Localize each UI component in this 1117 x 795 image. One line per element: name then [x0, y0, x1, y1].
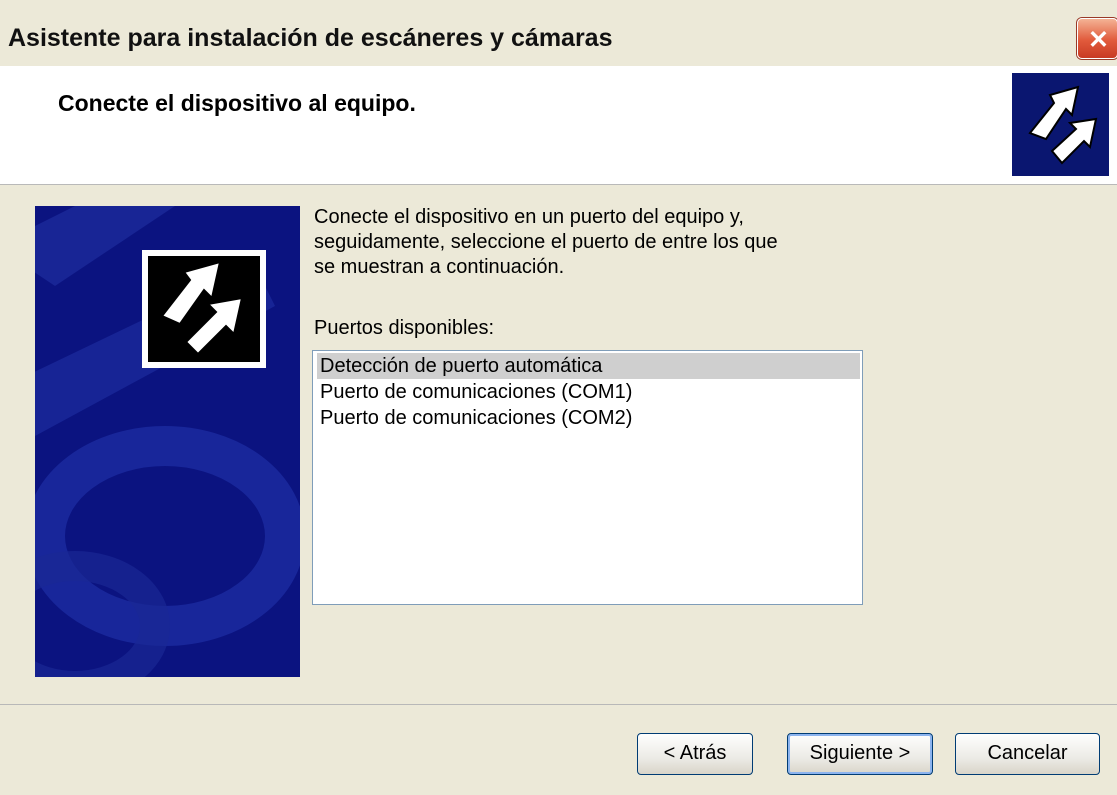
instructions-line: Conecte el dispositivo en un puerto del … — [314, 206, 744, 228]
close-button[interactable]: ✕ — [1077, 18, 1117, 59]
ports-listbox[interactable]: Detección de puerto automática Puerto de… — [312, 350, 863, 605]
back-button[interactable]: < Atrás — [637, 733, 753, 775]
ports-label: Puertos disponibles: — [314, 317, 495, 339]
port-item-com2[interactable]: Puerto de comunicaciones (COM2) — [317, 405, 860, 431]
port-item-auto[interactable]: Detección de puerto automática — [317, 353, 860, 379]
wizard-banner — [35, 206, 300, 677]
wizard-window: Asistente para instalación de escáneres … — [0, 0, 1117, 795]
window-title: Asistente para instalación de escáneres … — [8, 24, 613, 52]
wizard-header: Conecte el dispositivo al equipo. — [0, 66, 1117, 185]
scanner-camera-icon — [142, 250, 266, 368]
port-item-com1[interactable]: Puerto de comunicaciones (COM1) — [317, 379, 860, 405]
instructions-line: seguidamente, seleccione el puerto de en… — [314, 231, 778, 253]
cancel-button[interactable]: Cancelar — [955, 733, 1100, 775]
next-button[interactable]: Siguiente > — [787, 733, 933, 775]
page-title: Conecte el dispositivo al equipo. — [58, 90, 416, 116]
wizard-footer: < Atrás Siguiente > Cancelar — [0, 704, 1117, 795]
scanner-camera-icon — [1012, 73, 1109, 176]
instructions-line: se muestran a continuación. — [314, 256, 565, 278]
wizard-body: Conecte el dispositivo en un puerto del … — [0, 185, 1117, 700]
instructions-text: Conecte el dispositivo en un puerto del … — [314, 205, 778, 280]
close-icon: ✕ — [1088, 26, 1109, 54]
